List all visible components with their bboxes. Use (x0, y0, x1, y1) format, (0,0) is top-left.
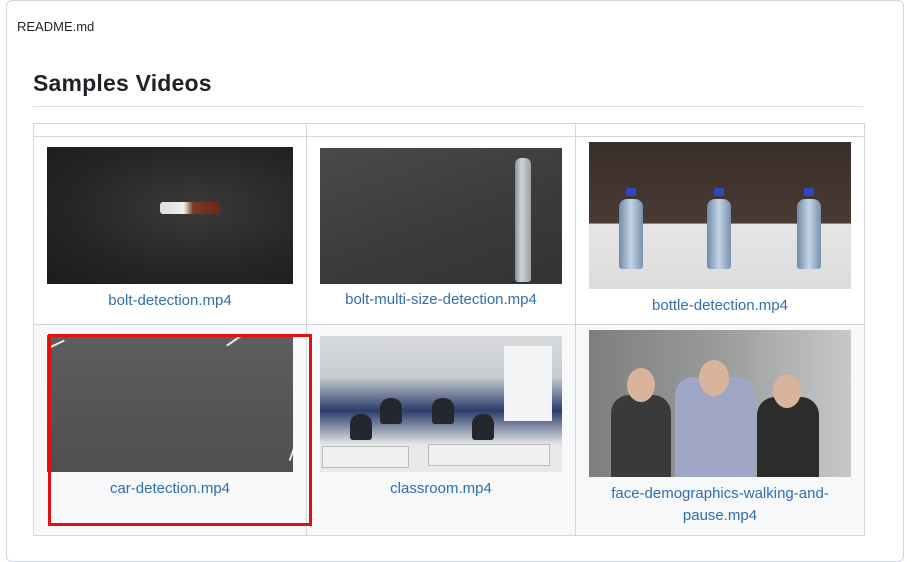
file-name-header: README.md (17, 19, 95, 34)
video-link[interactable]: classroom.mp4 (307, 478, 575, 500)
video-thumbnail[interactable] (320, 148, 562, 284)
video-thumbnail[interactable] (589, 142, 851, 289)
video-cell: classroom.mp4 (306, 324, 576, 536)
video-thumbnail[interactable] (47, 147, 293, 284)
video-link[interactable]: face-demographics-walking-and-pause.mp4 (576, 483, 864, 527)
video-thumbnail[interactable] (589, 330, 851, 477)
video-link[interactable]: bolt-multi-size-detection.mp4 (307, 289, 575, 311)
video-cell: car-detection.mp4 (33, 324, 307, 536)
video-thumbnail[interactable] (320, 336, 562, 472)
table-header-cell (306, 123, 576, 137)
section-heading: Samples Videos (33, 70, 212, 96)
video-cell: face-demographics-walking-and-pause.mp4 (575, 324, 865, 536)
video-link[interactable]: bolt-detection.mp4 (34, 290, 306, 312)
videos-table: bolt-detection.mp4 bolt-multi-size-detec… (33, 123, 865, 536)
video-cell: bolt-multi-size-detection.mp4 (306, 136, 576, 325)
video-link[interactable]: car-detection.mp4 (34, 478, 306, 500)
table-header-row (33, 123, 865, 137)
table-row: car-detection.mp4 classroom.mp4 face-dem… (33, 324, 865, 536)
table-header-cell (575, 123, 865, 137)
heading-divider (33, 106, 863, 107)
table-header-cell (33, 123, 307, 137)
video-thumbnail[interactable] (47, 335, 293, 472)
video-link[interactable]: bottle-detection.mp4 (576, 295, 864, 317)
video-cell: bolt-detection.mp4 (33, 136, 307, 325)
table-row: bolt-detection.mp4 bolt-multi-size-detec… (33, 136, 865, 325)
video-cell: bottle-detection.mp4 (575, 136, 865, 325)
